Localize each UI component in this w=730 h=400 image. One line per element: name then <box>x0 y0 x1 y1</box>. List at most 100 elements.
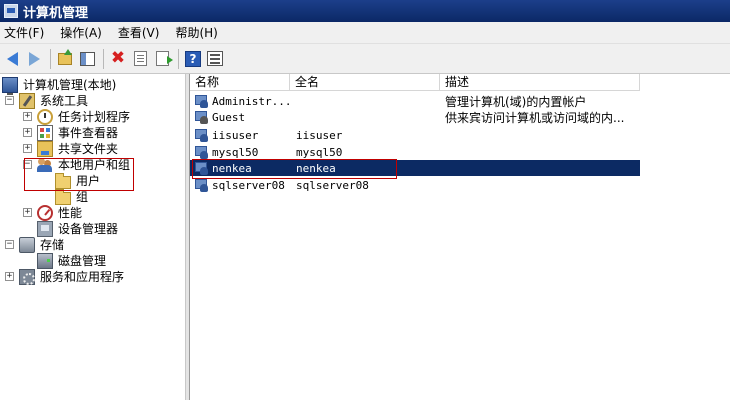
user-icon <box>194 93 210 109</box>
help-icon: ? <box>185 50 201 67</box>
user-icon <box>194 144 210 160</box>
toolbar: ✖ ? <box>0 44 730 74</box>
tree-item-device-manager[interactable]: 设备管理器 <box>37 221 120 237</box>
storage-icon <box>19 237 35 253</box>
user-name: nenkea <box>212 161 252 175</box>
console-tree: 计算机管理(本地) − 系统工具 + 任务计划程序 + 事件查看器 + 共享文件… <box>0 74 185 400</box>
list-item[interactable]: Guest 供来宾访问计算机或访问域的内... <box>190 109 640 125</box>
forward-button[interactable] <box>24 49 44 69</box>
computer-management-icon <box>4 4 18 18</box>
user-full-name: sqlserver08 <box>296 178 369 192</box>
toolbar-separator <box>50 48 51 69</box>
collapse-toggle[interactable]: − <box>5 96 14 105</box>
tree-item-label: 共享文件夹 <box>58 142 119 156</box>
list-item[interactable]: iisuser iisuser <box>190 127 640 143</box>
user-list: 名称 全名 描述 Administr... 管理计算机(域)的内置帐户 Gues… <box>190 74 730 400</box>
help-button[interactable]: ? <box>183 49 203 69</box>
column-header-description[interactable]: 描述 <box>440 74 640 91</box>
tree-item-label: 系统工具 <box>40 94 89 108</box>
shared-folder-icon <box>37 141 53 157</box>
tree-item-label: 计算机管理(本地) <box>23 78 117 92</box>
user-name: mysql50 <box>212 145 259 159</box>
user-name: sqlserver08 <box>212 178 285 192</box>
tree-item-label: 存储 <box>40 238 65 252</box>
show-hide-tree-button[interactable] <box>77 49 97 69</box>
collapse-toggle[interactable]: − <box>23 160 32 169</box>
event-viewer-icon <box>37 125 53 141</box>
menu-action[interactable]: 操作(A) <box>60 24 102 41</box>
clock-icon <box>37 109 53 125</box>
tree-item-label: 服务和应用程序 <box>40 270 125 284</box>
tree-item-label: 性能 <box>58 206 83 220</box>
properties-button[interactable] <box>130 49 150 69</box>
back-icon <box>6 51 18 66</box>
title-bar: 计算机管理 <box>0 0 730 22</box>
user-icon <box>194 160 210 176</box>
tree-item-label: 组 <box>76 190 89 204</box>
menu-help[interactable]: 帮助(H) <box>175 24 217 41</box>
tree-item-label: 事件查看器 <box>58 126 119 140</box>
expand-toggle[interactable]: + <box>23 144 32 153</box>
folder-icon <box>55 188 71 205</box>
column-header-full-name[interactable]: 全名 <box>290 74 440 91</box>
back-button[interactable] <box>2 49 22 69</box>
toolbar-separator <box>178 48 179 69</box>
expand-toggle[interactable]: + <box>5 272 14 281</box>
tree-item-groups[interactable]: 组 <box>55 188 90 205</box>
list-item-selected[interactable]: nenkea nenkea <box>190 160 640 176</box>
user-icon <box>194 127 210 143</box>
window-title: 计算机管理 <box>23 5 89 21</box>
list-item[interactable]: sqlserver08 sqlserver08 <box>190 177 640 193</box>
up-one-level-button[interactable] <box>55 48 75 69</box>
tools-icon <box>19 93 35 109</box>
delete-icon: ✖ <box>110 48 126 68</box>
tree-item-task-scheduler[interactable]: 任务计划程序 <box>37 109 132 125</box>
delete-button[interactable]: ✖ <box>108 49 128 69</box>
export-list-button[interactable] <box>152 49 173 69</box>
tree-item-label: 用户 <box>74 173 103 189</box>
tree-item-label: 设备管理器 <box>58 222 119 236</box>
services-icon <box>19 269 35 285</box>
view-icon <box>207 51 223 66</box>
performance-icon <box>37 205 53 221</box>
expand-toggle[interactable]: + <box>23 112 32 121</box>
tree-item-root[interactable]: 计算机管理(本地) <box>2 77 118 95</box>
toolbar-separator <box>103 48 104 69</box>
user-description: 管理计算机(域)的内置帐户 <box>445 94 587 109</box>
list-item[interactable]: Administr... 管理计算机(域)的内置帐户 <box>190 93 640 109</box>
expand-toggle[interactable]: + <box>23 128 32 137</box>
user-name: Guest <box>212 110 246 124</box>
properties-icon <box>133 51 147 66</box>
tree-item-label: 磁盘管理 <box>58 254 107 268</box>
tree-item-system-tools[interactable]: 系统工具 <box>19 93 90 109</box>
user-name: Administr... <box>212 94 290 108</box>
expand-toggle[interactable]: + <box>23 208 32 217</box>
user-icon <box>194 177 210 193</box>
tree-item-services-apps[interactable]: 服务和应用程序 <box>19 269 126 285</box>
list-item[interactable]: mysql50 mysql50 <box>190 144 640 160</box>
users-group-icon <box>37 157 53 173</box>
tree-item-performance[interactable]: 性能 <box>37 205 84 221</box>
user-full-name: iisuser <box>296 128 343 142</box>
computer-icon <box>2 77 18 95</box>
menu-view[interactable]: 查看(V) <box>118 24 160 41</box>
user-name: iisuser <box>212 128 259 142</box>
device-manager-icon <box>37 221 53 237</box>
show-hide-tree-icon <box>79 51 95 66</box>
tree-item-local-users-groups[interactable]: 本地用户和组 <box>37 157 132 173</box>
tree-item-label: 任务计划程序 <box>58 110 131 124</box>
menu-bar: 文件(F) 操作(A) 查看(V) 帮助(H) <box>0 22 730 44</box>
menu-file[interactable]: 文件(F) <box>4 24 44 41</box>
tree-item-users[interactable]: 用户 <box>55 172 103 189</box>
tree-item-disk-management[interactable]: 磁盘管理 <box>37 253 108 269</box>
tree-item-event-viewer[interactable]: 事件查看器 <box>37 125 120 141</box>
view-button[interactable] <box>205 49 225 69</box>
column-header-name[interactable]: 名称 <box>190 74 290 91</box>
collapse-toggle[interactable]: − <box>5 240 14 249</box>
export-icon <box>155 51 173 66</box>
tree-item-storage[interactable]: 存储 <box>19 237 66 253</box>
disk-icon <box>37 253 53 269</box>
forward-icon <box>28 51 40 66</box>
tree-item-shared-folders[interactable]: 共享文件夹 <box>37 141 120 157</box>
tree-item-label: 本地用户和组 <box>58 158 131 172</box>
